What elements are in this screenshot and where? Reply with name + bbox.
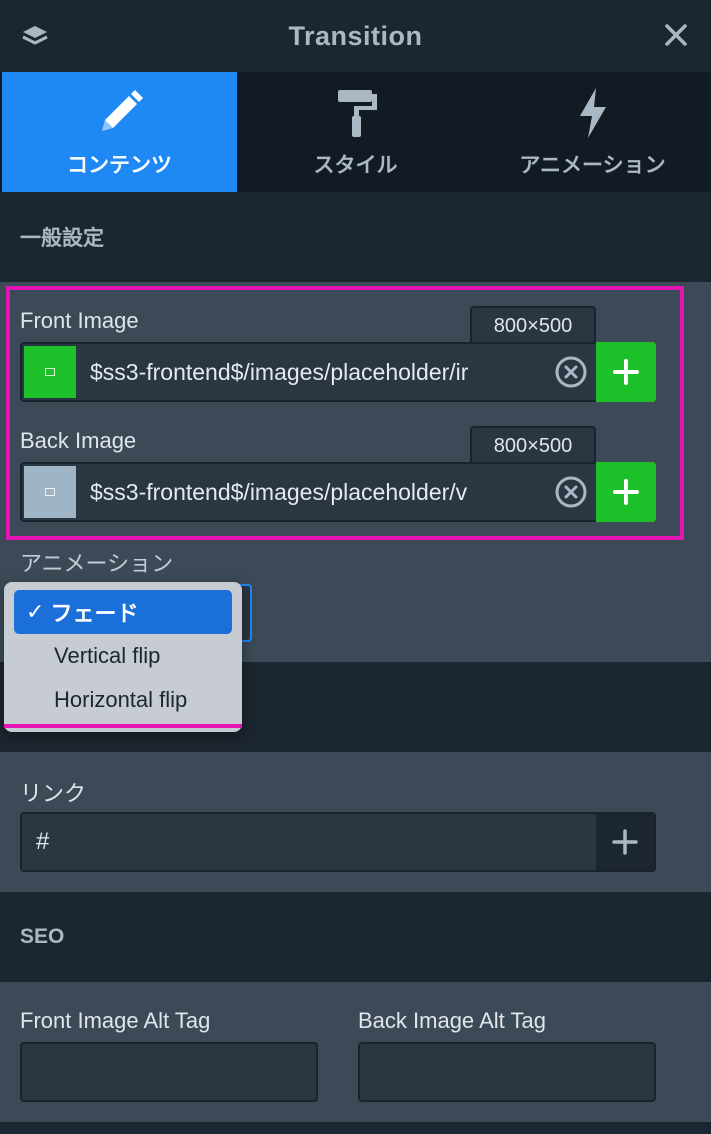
front-image-add-button[interactable]	[596, 342, 656, 402]
tab-style-label: スタイル	[313, 154, 398, 177]
back-alt-label: Back Image Alt Tag	[358, 1008, 546, 1033]
front-alt-label: Front Image Alt Tag	[20, 1008, 211, 1033]
front-alt-input[interactable]	[20, 1042, 318, 1102]
section-seo-header: SEO	[0, 892, 711, 982]
close-icon[interactable]	[663, 22, 689, 48]
dropdown-option-vertical-flip[interactable]: Vertical flip	[14, 634, 232, 678]
back-image-label: Back Image	[20, 428, 137, 453]
plus-icon	[613, 359, 639, 385]
animation-label: アニメーション	[20, 551, 174, 576]
front-image-size: 800×500	[470, 306, 596, 344]
clear-circle-icon	[555, 356, 587, 388]
front-image-path[interactable]: $ss3-frontend$/images/placeholder/ir	[76, 359, 546, 386]
dropdown-option-label: Vertical flip	[54, 643, 161, 668]
tab-bar: コンテンツ スタイル アニメーション	[0, 72, 711, 192]
back-image-path[interactable]: $ss3-frontend$/images/placeholder/v	[76, 479, 546, 506]
pencil-icon	[101, 90, 143, 131]
lightning-icon	[579, 88, 606, 138]
front-image-clear-button[interactable]	[546, 344, 596, 400]
layers-icon[interactable]	[20, 22, 50, 52]
panel-title: Transition	[288, 20, 423, 51]
link-label: リンク	[20, 781, 87, 806]
animation-dropdown-menu: ✓ フェード Vertical flip Horizontal flip	[4, 582, 242, 732]
tab-content[interactable]: コンテンツ	[2, 72, 237, 192]
back-image-size: 800×500	[470, 426, 596, 464]
plus-icon	[613, 479, 639, 505]
plus-icon	[612, 829, 638, 855]
paint-roller-icon	[337, 90, 377, 137]
link-add-button[interactable]	[596, 814, 654, 870]
clear-circle-icon	[555, 476, 587, 508]
front-image-label: Front Image	[20, 308, 139, 333]
panel-footer	[0, 1122, 711, 1134]
image-placeholder-icon	[45, 488, 55, 496]
section-general-header: 一般設定	[0, 192, 711, 282]
tab-content-label: コンテンツ	[67, 154, 172, 177]
checkmark-icon: ✓	[26, 599, 45, 624]
highlight-underline	[4, 724, 242, 728]
dropdown-option-fade[interactable]: ✓ フェード	[14, 590, 232, 634]
dropdown-option-label: フェード	[50, 601, 139, 626]
panel-header: Transition	[0, 0, 711, 72]
back-alt-input[interactable]	[358, 1042, 656, 1102]
section-general-title: 一般設定	[20, 227, 104, 250]
link-field[interactable]: #	[20, 812, 656, 872]
section-seo-title: SEO	[20, 925, 65, 948]
image-placeholder-icon	[45, 368, 55, 376]
back-image-add-button[interactable]	[596, 462, 656, 522]
dropdown-option-label: Horizontal flip	[54, 687, 188, 712]
tab-animation[interactable]: アニメーション	[474, 72, 711, 192]
front-image-field[interactable]: $ss3-frontend$/images/placeholder/ir	[20, 342, 598, 402]
back-image-clear-button[interactable]	[546, 464, 596, 520]
back-image-field[interactable]: $ss3-frontend$/images/placeholder/v	[20, 462, 598, 522]
dropdown-option-horizontal-flip[interactable]: Horizontal flip	[14, 678, 232, 722]
tab-style[interactable]: スタイル	[237, 72, 474, 192]
tab-animation-label: アニメーション	[519, 154, 666, 177]
back-image-thumbnail[interactable]	[24, 466, 76, 518]
front-image-thumbnail[interactable]	[24, 346, 76, 398]
link-input[interactable]: #	[22, 828, 596, 856]
